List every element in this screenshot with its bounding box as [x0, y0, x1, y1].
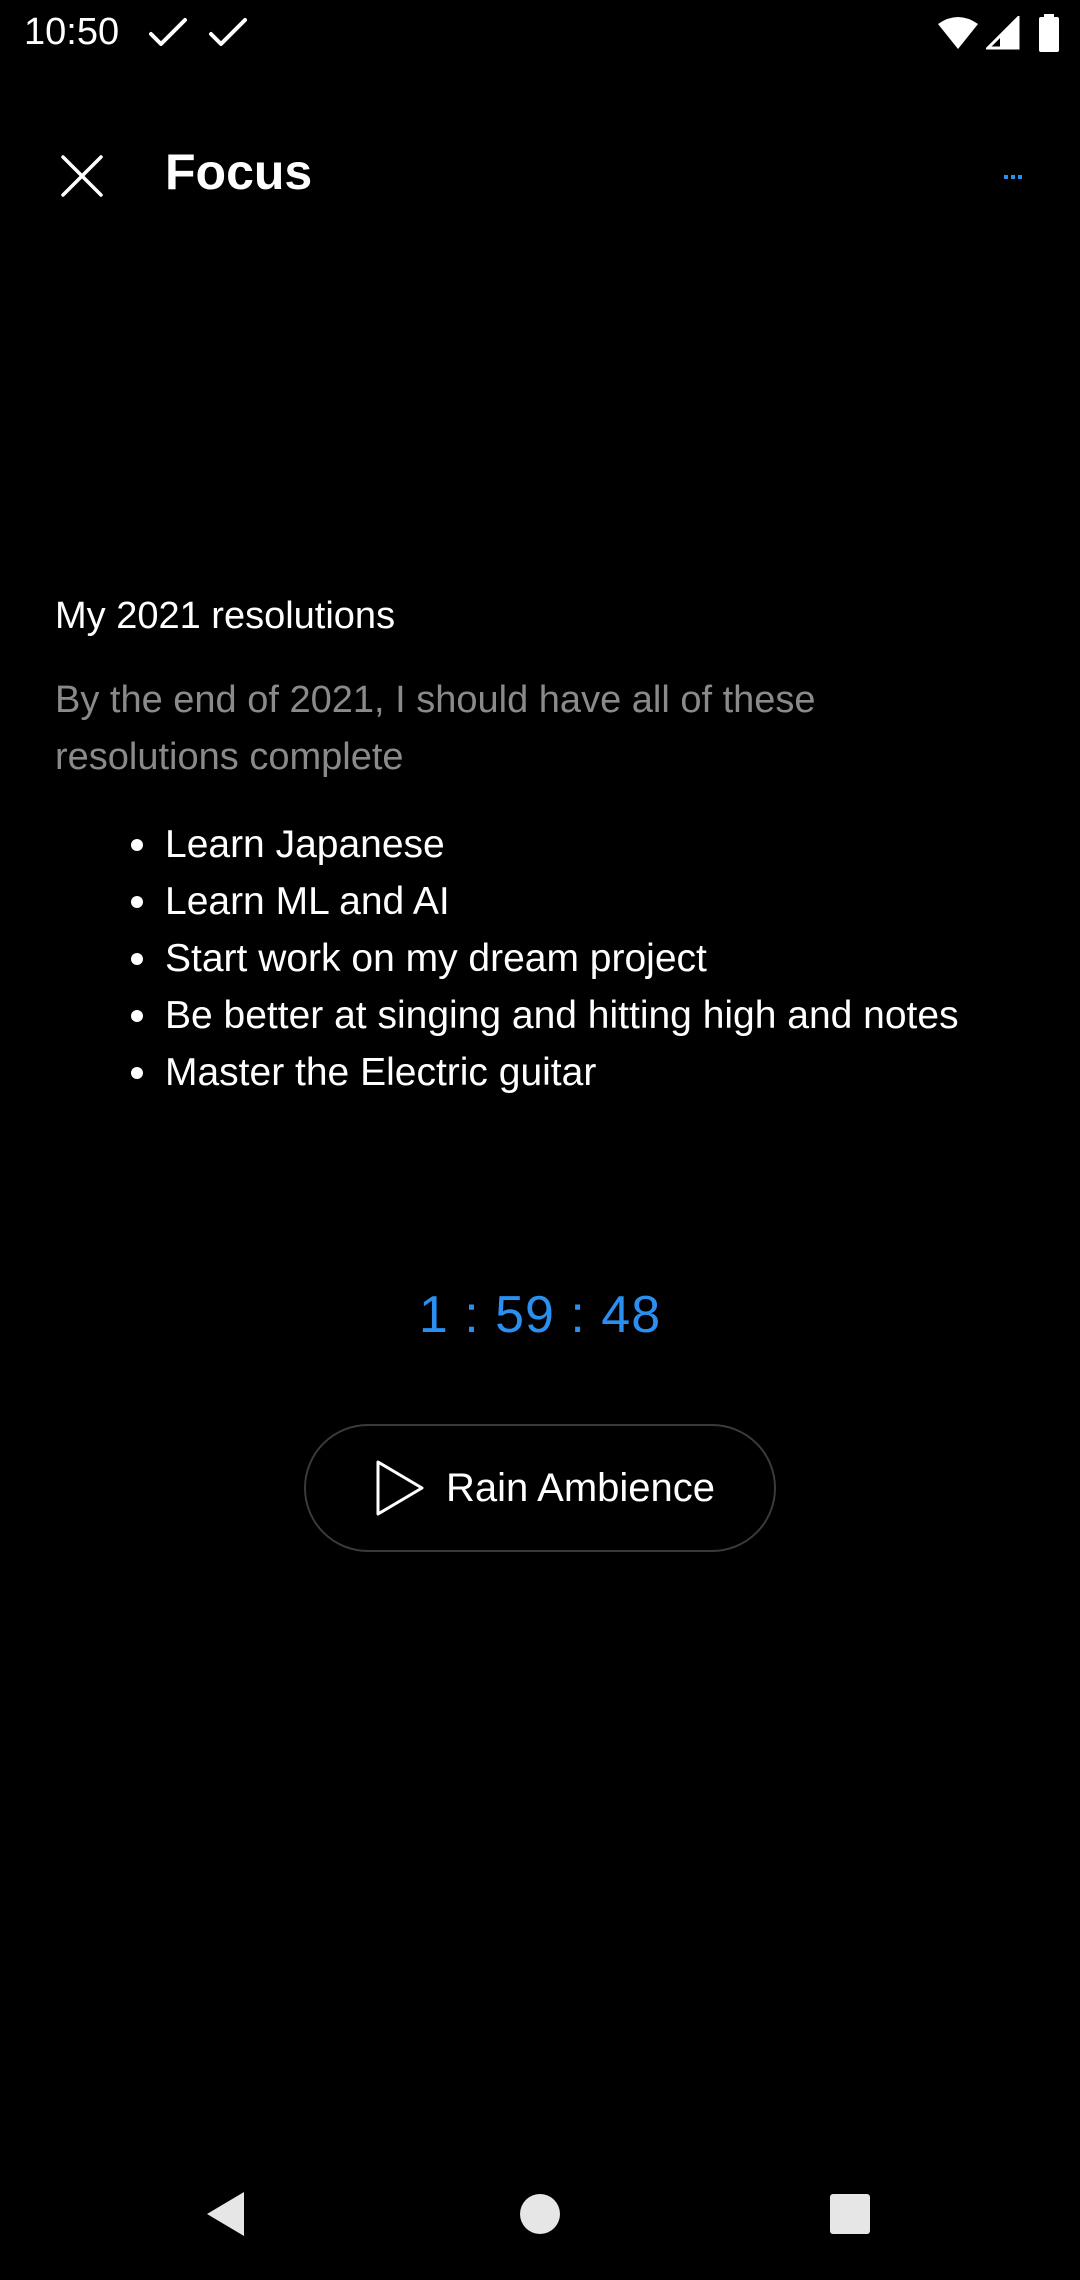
system-nav-bar — [0, 2148, 1080, 2280]
page-title: Focus — [165, 144, 313, 200]
check-icon — [209, 18, 247, 46]
check-icon — [149, 18, 187, 46]
status-bar: 10:50 — [0, 0, 1080, 66]
play-icon — [376, 1460, 424, 1516]
bullet-icon — [131, 1010, 143, 1022]
app-bar: Focus — [0, 120, 1080, 224]
rain-ambience-button[interactable]: Rain Ambience — [304, 1424, 776, 1552]
recents-icon — [830, 2194, 870, 2234]
focus-screen: 10:50 Focus My 2021 resolutions By the e… — [0, 0, 1080, 2280]
home-button[interactable] — [504, 2178, 576, 2250]
list-item-text: Master the Electric guitar — [165, 1051, 597, 1094]
list-item: Be better at singing and hitting high an… — [131, 987, 1015, 1044]
home-icon — [520, 2194, 560, 2234]
list-item: Start work on my dream project — [131, 930, 1015, 987]
battery-icon — [1039, 14, 1059, 52]
list-item: Master the Electric guitar — [131, 1044, 1015, 1101]
close-button[interactable] — [42, 136, 122, 216]
recents-button[interactable] — [814, 2178, 886, 2250]
more-options-button[interactable] — [984, 148, 1044, 208]
note-title: My 2021 resolutions — [55, 595, 396, 637]
note-list: Learn Japanese Learn ML and AI Start wor… — [55, 816, 1015, 1101]
bullet-icon — [131, 896, 143, 908]
list-item-text: Learn Japanese — [165, 823, 445, 866]
bullet-icon — [131, 839, 143, 851]
list-item-text: Learn ML and AI — [165, 880, 450, 923]
bullet-icon — [131, 953, 143, 965]
status-icons — [938, 14, 1060, 52]
close-icon — [61, 155, 103, 197]
bullet-icon — [131, 1067, 143, 1079]
list-item-text: Start work on my dream project — [165, 937, 707, 980]
list-item: Learn ML and AI — [131, 873, 1015, 930]
note-description: By the end of 2021, I should have all of… — [55, 679, 816, 778]
cell-signal-icon — [986, 16, 1020, 50]
back-icon — [207, 2192, 244, 2236]
note-content: My 2021 resolutions By the end of 2021, … — [55, 590, 1015, 1101]
ambience-label: Rain Ambience — [446, 1465, 716, 1510]
back-button[interactable] — [190, 2178, 262, 2250]
focus-timer: 1 : 59 : 48 — [418, 1286, 662, 1344]
list-item: Learn Japanese — [131, 816, 1015, 873]
more-icon — [1004, 175, 1022, 179]
status-time: 10:50 — [24, 11, 120, 53]
list-item-text: Be better at singing and hitting high an… — [165, 994, 959, 1037]
wifi-icon — [938, 17, 978, 49]
